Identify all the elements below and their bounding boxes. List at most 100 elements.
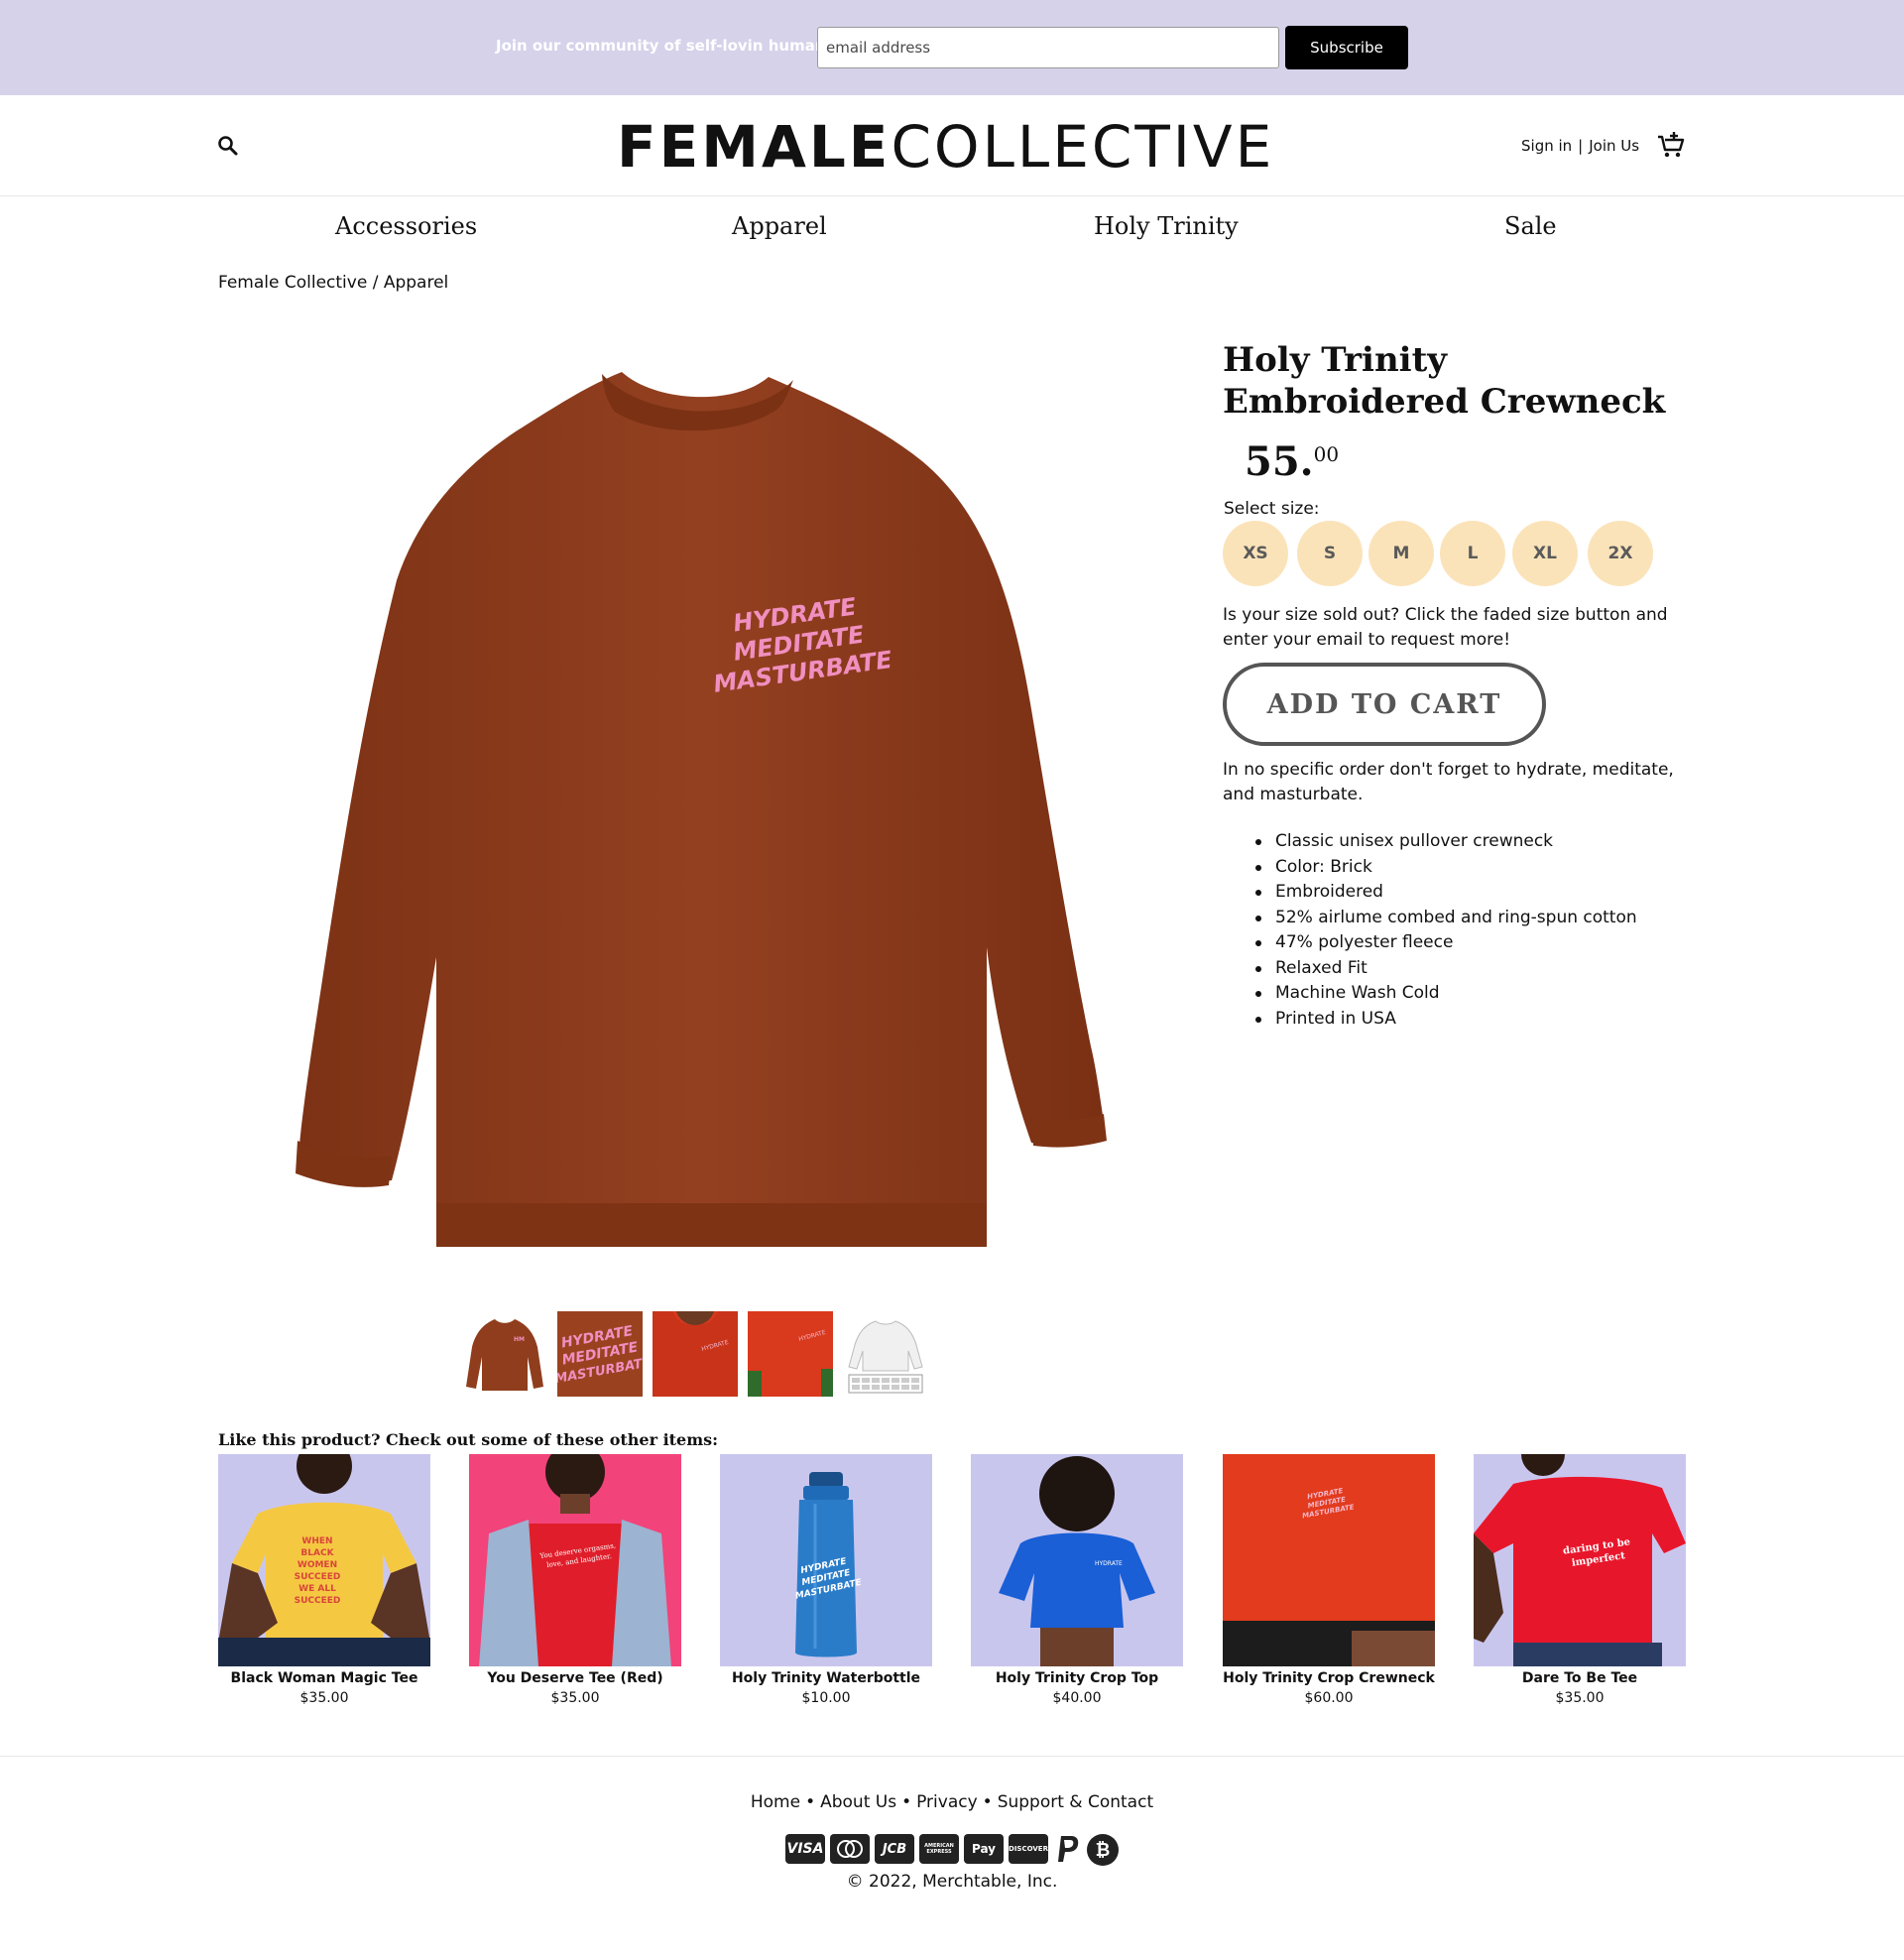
feature-item: Printed in USA [1255, 1007, 1731, 1033]
thumbnail-1[interactable]: HM [462, 1311, 547, 1397]
copyright: © 2022, Merchtable, Inc. [846, 1872, 1058, 1892]
mastercard-icon [830, 1834, 870, 1864]
bitcoin-icon: ₿ [1087, 1834, 1119, 1866]
svg-text:WOMEN: WOMEN [298, 1560, 337, 1570]
related-product-price: $35.00 [1555, 1690, 1605, 1706]
related-product-card[interactable]: HYDRATE MEDITATE MASTURBATE Holy Trinity W… [720, 1454, 932, 1706]
related-product-card[interactable]: You deserve orgasms, love, and laughter. … [469, 1454, 681, 1706]
nav-holy-trinity[interactable]: Holy Trinity [1094, 212, 1239, 240]
breadcrumb[interactable]: Female Collective / Apparel [218, 273, 448, 293]
sold-out-note: Is your size sold out? Click the faded s… [1223, 605, 1668, 650]
size-selector: XS S M L XL 2X [1223, 521, 1699, 586]
svg-text:HYDRATE: HYDRATE [1095, 1560, 1123, 1567]
jcb-icon: JCB [875, 1834, 914, 1864]
add-to-cart-button[interactable]: ADD TO CART [1223, 663, 1546, 746]
size-button-2x[interactable]: 2X [1588, 521, 1653, 586]
search-icon[interactable] [217, 135, 239, 157]
related-product-name: You Deserve Tee (Red) [487, 1670, 663, 1686]
amex-icon: AMERICAN EXPRESS [919, 1834, 959, 1864]
related-product-price: $10.00 [801, 1690, 851, 1706]
related-product-name: Dare To Be Tee [1521, 1670, 1638, 1686]
payment-methods: VISA JCB AMERICAN EXPRESS Pay DISCOVER ₿ [785, 1834, 1123, 1868]
apple-pay-icon: Pay [964, 1834, 1004, 1864]
newsletter-bar: Join our community of self-lovin humans.… [0, 0, 1904, 95]
related-product-card[interactable]: daring to be imperfect Dare To Be Tee $35… [1474, 1454, 1686, 1706]
join-us-link[interactable]: Join Us [1589, 137, 1639, 155]
thumbnail-2[interactable]: HYDRATE MEDITATE MASTURBATE [557, 1311, 643, 1397]
footer-link-support[interactable]: Support & Contact [998, 1792, 1153, 1812]
footer-link-privacy[interactable]: Privacy [916, 1792, 978, 1812]
related-product-price: $35.00 [299, 1690, 349, 1706]
related-product-name: Black Woman Magic Tee [230, 1670, 418, 1686]
feature-item: Embroidered [1255, 880, 1731, 906]
product-title: Holy Trinity Embroidered Crewneck [1223, 340, 1666, 422]
newsletter-email-input[interactable] [817, 27, 1279, 68]
svg-text:HM: HM [514, 1336, 525, 1343]
select-size-label: Select size: [1224, 499, 1320, 519]
account-links: Sign in | Join Us [1521, 137, 1639, 155]
related-product-card[interactable]: HYDRATE Holy Trinity Crop Top $40.00 [971, 1454, 1183, 1706]
logo-collective: COLLECTIVE [891, 113, 1275, 181]
cart-icon[interactable] [1656, 131, 1686, 161]
related-product-price: $40.00 [1052, 1690, 1102, 1706]
footer-separator: • [982, 1792, 993, 1812]
feature-item: Relaxed Fit [1255, 956, 1731, 982]
price-cents: 00 [1313, 442, 1340, 466]
related-product-price: $60.00 [1304, 1690, 1354, 1706]
related-product-image: HYDRATE [971, 1454, 1183, 1666]
footer-link-home[interactable]: Home [751, 1792, 800, 1812]
feature-item: Classic unisex pullover crewneck [1255, 829, 1731, 855]
main-nav: Accessories Apparel Holy Trinity Sale [0, 196, 1904, 258]
site-logo[interactable]: FEMALECOLLECTIVE [617, 113, 1274, 181]
svg-text:BLACK: BLACK [300, 1548, 334, 1558]
thumbnail-5[interactable] [843, 1311, 928, 1397]
footer-separator: • [805, 1792, 816, 1812]
svg-text:SUCCEED: SUCCEED [295, 1596, 341, 1606]
site-header: FEMALECOLLECTIVE Sign in | Join Us [0, 95, 1904, 196]
product-image: HYDRATE MEDITATE MASTURBATE [296, 372, 1107, 1247]
svg-text:WE ALL: WE ALL [298, 1584, 336, 1594]
footer-link-about[interactable]: About Us [820, 1792, 896, 1812]
related-product-name: Holy Trinity Crop Top [995, 1670, 1159, 1686]
related-product-image: HYDRATE MEDITATE MASTURBATE [720, 1454, 932, 1666]
feature-item: Machine Wash Cold [1255, 981, 1731, 1007]
size-button-xl[interactable]: XL [1512, 521, 1578, 586]
nav-accessories[interactable]: Accessories [335, 212, 477, 240]
product-description: In no specific order don't forget to hyd… [1223, 760, 1674, 804]
feature-item: 47% polyester fleece [1255, 930, 1731, 956]
related-product-card[interactable]: HYDRATE MEDITATE MASTURBATE Holy Trinity C… [1223, 1454, 1435, 1706]
size-button-xs[interactable]: XS [1223, 521, 1288, 586]
discover-icon: DISCOVER [1009, 1834, 1048, 1864]
related-product-name: Holy Trinity Crop Crewneck [1223, 1670, 1435, 1686]
size-button-l[interactable]: L [1440, 521, 1505, 586]
thumbnail-strip: HM HYDRATE MEDITATE MASTURBATE HYDRATE H… [462, 1311, 938, 1397]
size-button-m[interactable]: M [1368, 521, 1434, 586]
price-main: 55. [1245, 438, 1314, 485]
nav-sale[interactable]: Sale [1504, 212, 1557, 240]
thumbnail-4[interactable]: HYDRATE [748, 1311, 833, 1397]
feature-item: 52% airlume combed and ring-spun cotton [1255, 906, 1731, 931]
logo-female: FEMALE [617, 113, 892, 181]
nav-apparel[interactable]: Apparel [732, 212, 827, 240]
svg-text:WHEN: WHEN [301, 1536, 332, 1546]
footer-links: Home • About Us • Privacy • Support & Contact [0, 1792, 1904, 1812]
subscribe-button[interactable]: Subscribe [1285, 26, 1408, 69]
sign-in-link[interactable]: Sign in [1521, 137, 1572, 155]
related-product-card[interactable]: WHEN BLACK WOMEN SUCCEED WE ALL SUCCEED Black… [218, 1454, 430, 1706]
apple-pay-label: Pay [971, 1842, 997, 1856]
footer-separator: • [901, 1792, 912, 1812]
newsletter-text: Join our community of self-lovin humans. [496, 37, 841, 55]
feature-list: Classic unisex pullover crewneck Color: … [1255, 829, 1731, 1033]
auth-separator: | [1578, 137, 1584, 155]
product-price: 55.00 [1245, 438, 1339, 485]
related-product-image: You deserve orgasms, love, and laughter. [469, 1454, 681, 1666]
site-footer: Home • About Us • Privacy • Support & Contact … [0, 1756, 1904, 1960]
related-product-image: WHEN BLACK WOMEN SUCCEED WE ALL SUCCEED [218, 1454, 430, 1666]
svg-text:SUCCEED: SUCCEED [295, 1572, 341, 1582]
feature-item: Color: Brick [1255, 855, 1731, 881]
thumbnail-3[interactable]: HYDRATE [653, 1311, 738, 1397]
related-title: Like this product? Check out some of the… [218, 1430, 719, 1449]
related-product-price: $35.00 [550, 1690, 600, 1706]
related-product-image: daring to be imperfect [1474, 1454, 1686, 1666]
size-button-s[interactable]: S [1297, 521, 1363, 586]
